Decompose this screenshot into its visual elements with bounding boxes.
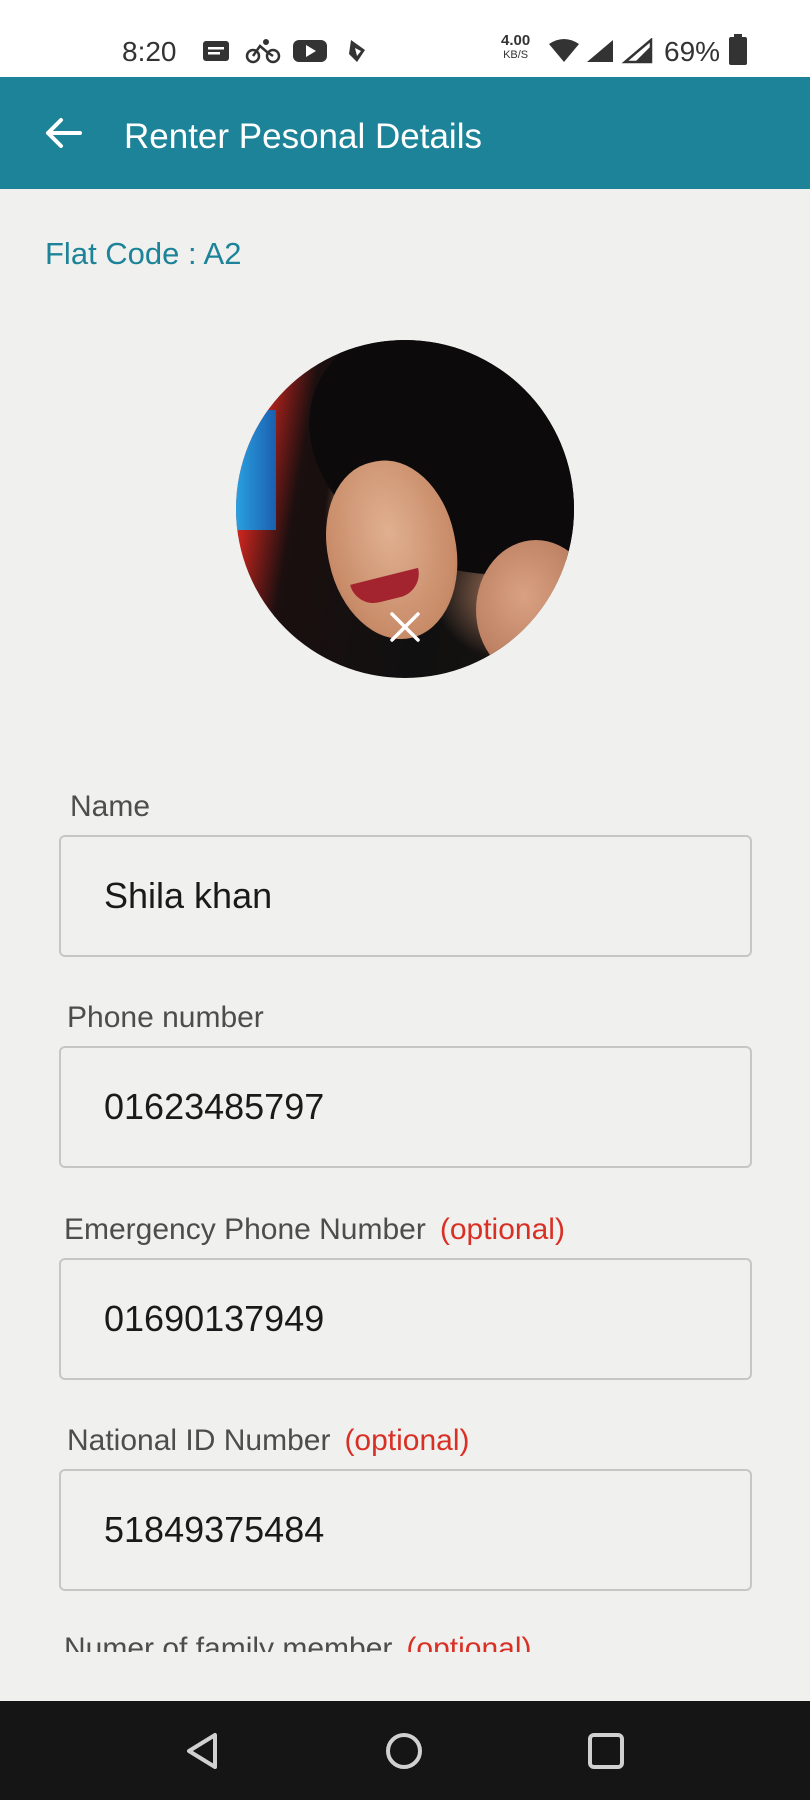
nav-back-icon[interactable]: [181, 1729, 225, 1773]
message-icon: [203, 41, 229, 61]
back-button[interactable]: [40, 109, 88, 157]
back-arrow-icon: [46, 118, 82, 148]
photo-background: [236, 410, 276, 530]
optional-tag: (optional): [439, 1213, 565, 1246]
phone-input[interactable]: [61, 1048, 750, 1166]
name-input[interactable]: [61, 837, 750, 955]
nav-recents-icon[interactable]: [584, 1729, 628, 1773]
flat-code-label: Flat Code :: [45, 236, 204, 271]
phone-label: Phone number: [67, 1001, 264, 1034]
remove-photo-icon[interactable]: [388, 610, 422, 644]
app-bar: Renter Pesonal Details: [0, 77, 810, 189]
youtube-icon: [293, 40, 327, 62]
name-label: Name: [70, 790, 151, 823]
status-time: 8:20: [122, 36, 177, 67]
optional-tag: (optional): [344, 1424, 470, 1457]
network-speed: 4.00 KB/S: [501, 32, 531, 61]
emergency-phone-label: Emergency Phone Number (optional): [64, 1213, 565, 1246]
bkash-icon: [349, 40, 365, 62]
name-field-box: [59, 835, 752, 957]
wifi-icon: [549, 39, 579, 62]
system-nav-bar: [0, 1701, 810, 1800]
emergency-phone-input[interactable]: [61, 1260, 750, 1378]
nav-home-icon[interactable]: [382, 1729, 426, 1773]
optional-tag: (optional): [406, 1632, 532, 1652]
national-id-input[interactable]: [61, 1471, 750, 1589]
family-member-label: Numer of family member (optional): [64, 1632, 664, 1652]
national-id-label: National ID Number (optional): [67, 1424, 470, 1457]
battery-percent: 69%: [664, 36, 721, 67]
emergency-phone-field-box: [59, 1258, 752, 1380]
status-bar: 8:20 4.00 KB/S 69%: [0, 0, 810, 77]
flat-code-value: A2: [203, 236, 242, 271]
page-title: Renter Pesonal Details: [124, 117, 482, 156]
phone-field-box: [59, 1046, 752, 1168]
battery-icon: [729, 34, 747, 65]
cycling-icon: [245, 39, 281, 64]
signal-icon: [587, 40, 613, 62]
flat-code: Flat Code : A2: [45, 236, 241, 272]
signal-icon-2: [621, 38, 653, 64]
renter-photo[interactable]: [236, 340, 574, 678]
national-id-field-box: [59, 1469, 752, 1591]
